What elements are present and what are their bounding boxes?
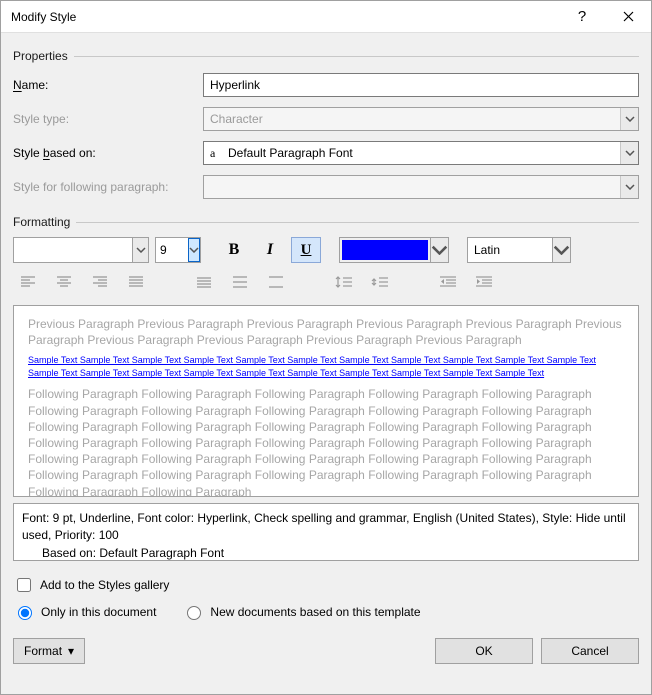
chevron-down-icon	[552, 238, 570, 262]
only-this-document-radio[interactable]	[18, 606, 32, 620]
based-on-select[interactable]: a Default Paragraph Font	[203, 141, 639, 165]
font-size-combo[interactable]	[155, 237, 201, 263]
align-right-icon	[92, 275, 108, 289]
help-icon: ?	[578, 8, 586, 25]
line-spacing-15-icon	[232, 275, 248, 289]
character-a-icon: a	[210, 146, 222, 161]
prev-paragraph: Previous Paragraph Previous Paragraph Pr…	[28, 316, 624, 348]
description-line-2: Based on: Default Paragraph Font	[22, 545, 630, 562]
align-justify-icon	[128, 275, 144, 289]
chevron-down-icon	[620, 142, 638, 164]
indent-decrease-button	[433, 269, 463, 295]
sample-text: Sample Text Sample Text Sample Text Samp…	[28, 354, 624, 380]
italic-icon: I	[267, 241, 273, 259]
dialog-title: Modify Style	[11, 10, 559, 24]
close-icon	[623, 11, 634, 22]
indent-increase-button	[469, 269, 499, 295]
based-on-value: Default Paragraph Font	[228, 146, 353, 160]
name-input[interactable]	[203, 73, 639, 97]
add-to-gallery-label[interactable]: Add to the Styles gallery	[40, 578, 169, 592]
description-line-1: Font: 9 pt, Underline, Font color: Hyper…	[22, 510, 630, 545]
based-on-label: Style based on:	[13, 146, 203, 160]
indent-increase-icon	[475, 275, 493, 289]
following-para-select	[203, 175, 639, 199]
font-name-input[interactable]	[14, 239, 132, 261]
style-type-value: Character	[210, 112, 263, 126]
bold-icon: B	[229, 241, 240, 259]
format-button[interactable]: Format ▾	[13, 638, 85, 664]
style-type-label: Style type:	[13, 112, 203, 126]
line-spacing-2-icon	[268, 275, 284, 289]
cancel-button[interactable]: Cancel	[541, 638, 639, 664]
titlebar: Modify Style ?	[1, 1, 651, 33]
font-color-picker[interactable]	[339, 237, 449, 263]
close-button[interactable]	[605, 1, 651, 33]
chevron-down-icon[interactable]	[430, 238, 448, 262]
style-description: Font: 9 pt, Underline, Font color: Hyper…	[13, 503, 639, 561]
modify-style-dialog: Modify Style ? Properties Name: Style ty…	[0, 0, 652, 695]
align-center-icon	[56, 275, 72, 289]
properties-group-label: Properties	[13, 49, 74, 63]
divider	[76, 222, 639, 223]
chevron-down-icon	[620, 108, 638, 130]
spacing-1-button	[189, 269, 219, 295]
name-label: Name:	[13, 78, 203, 92]
spacing-2-button	[261, 269, 291, 295]
add-to-gallery-checkbox[interactable]	[17, 578, 31, 592]
space-after-icon	[371, 274, 389, 290]
align-right-button	[85, 269, 115, 295]
underline-icon: U	[301, 242, 312, 259]
formatting-toolbar: B I U Latin	[13, 237, 639, 263]
new-docs-template-radio[interactable]	[187, 606, 201, 620]
only-this-document-label[interactable]: Only in this document	[41, 605, 156, 619]
underline-button[interactable]: U	[291, 237, 321, 263]
line-spacing-1-icon	[196, 275, 212, 289]
font-size-input[interactable]	[156, 239, 188, 261]
color-swatch	[342, 240, 428, 260]
space-before-icon	[335, 274, 353, 290]
indent-decrease-icon	[439, 275, 457, 289]
new-docs-template-label[interactable]: New documents based on this template	[210, 605, 420, 619]
font-name-combo[interactable]	[13, 237, 149, 263]
paragraph-toolbar	[13, 269, 639, 295]
chevron-down-icon[interactable]	[188, 238, 200, 262]
dropdown-triangle-icon: ▾	[68, 644, 74, 658]
align-justify-button	[121, 269, 151, 295]
preview-pane: Previous Paragraph Previous Paragraph Pr…	[13, 305, 639, 497]
align-left-button	[13, 269, 43, 295]
align-left-icon	[20, 275, 36, 289]
bold-button[interactable]: B	[219, 237, 249, 263]
space-before-inc-button	[329, 269, 359, 295]
align-center-button	[49, 269, 79, 295]
italic-button[interactable]: I	[255, 237, 285, 263]
spacing-15-button	[225, 269, 255, 295]
help-button[interactable]: ?	[559, 1, 605, 33]
formatting-group-label: Formatting	[13, 215, 76, 229]
divider	[74, 56, 639, 57]
space-before-dec-button	[365, 269, 395, 295]
script-select[interactable]: Latin	[467, 237, 571, 263]
style-type-select: Character	[203, 107, 639, 131]
following-para-label: Style for following paragraph:	[13, 180, 203, 194]
chevron-down-icon[interactable]	[132, 238, 148, 262]
following-paragraph: Following Paragraph Following Paragraph …	[28, 386, 624, 497]
ok-button[interactable]: OK	[435, 638, 533, 664]
chevron-down-icon	[620, 176, 638, 198]
script-value: Latin	[474, 243, 500, 257]
